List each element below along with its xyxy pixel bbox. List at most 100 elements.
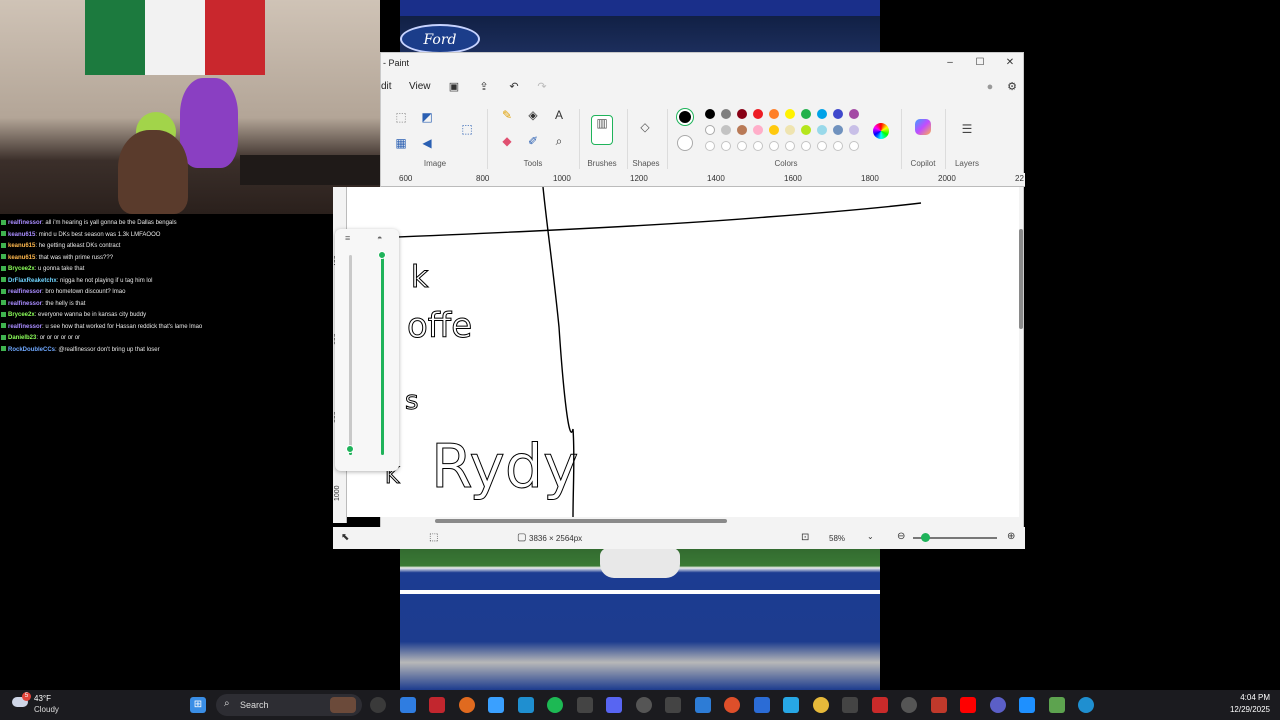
zoom-slider-knob[interactable] <box>921 533 931 542</box>
shapes-icon[interactable]: ◇ <box>637 119 653 135</box>
custom-color-swatch[interactable] <box>833 141 843 151</box>
color-picker-icon[interactable]: ✐ <box>525 133 541 149</box>
account-icon[interactable]: ● <box>983 80 997 94</box>
chat-username[interactable]: realfinessor <box>8 324 42 330</box>
redo-icon[interactable]: ↷ <box>535 80 549 94</box>
color-swatch[interactable] <box>785 125 795 135</box>
taskbar-app-icon[interactable] <box>488 697 504 713</box>
maximize-icon[interactable]: ☐ <box>973 57 987 69</box>
custom-color-swatch[interactable] <box>785 141 795 151</box>
color-swatch[interactable] <box>801 125 811 135</box>
color-swatch[interactable] <box>849 109 859 119</box>
color-swatch[interactable] <box>769 125 779 135</box>
copilot-icon[interactable] <box>915 119 931 135</box>
taskbar-app-icon[interactable] <box>783 697 799 713</box>
chat-username[interactable]: keanu615 <box>8 243 35 249</box>
search-box[interactable]: ⌕ Search <box>216 694 362 716</box>
settings-icon[interactable]: ⚙ <box>1005 80 1019 94</box>
rotate-icon[interactable]: ◀ <box>419 135 435 151</box>
taskbar-app-icon[interactable] <box>635 697 652 713</box>
zoom-dropdown-icon[interactable]: ⌄ <box>867 532 874 541</box>
chat-username[interactable]: Brycee2x <box>8 266 35 272</box>
crop-icon[interactable]: ◩ <box>419 109 435 125</box>
zoom-out-icon[interactable]: ⊖ <box>897 531 905 542</box>
taskbar-app-icon[interactable] <box>989 697 1006 713</box>
color-swatch[interactable] <box>769 109 779 119</box>
chat-username[interactable]: DrFlaxReaketchx <box>8 278 57 284</box>
taskbar-app-icon[interactable] <box>576 697 593 713</box>
drawing-canvas[interactable]: k offe s Rydy K <box>347 187 1019 517</box>
taskbar-app-icon[interactable] <box>399 697 416 713</box>
clock-date[interactable]: 12/29/2025 <box>1214 705 1270 714</box>
undo-icon[interactable]: ↶ <box>507 80 521 94</box>
close-icon[interactable]: ✕ <box>1003 57 1017 69</box>
taskbar-app-icon[interactable] <box>1019 697 1035 713</box>
chat-username[interactable]: keanu615 <box>8 232 35 238</box>
taskbar-app-icon[interactable] <box>665 697 681 713</box>
zoom-value[interactable]: 58% <box>829 534 845 543</box>
chat-username[interactable]: realfinessor <box>8 289 42 295</box>
taskbar-app-icon[interactable] <box>517 697 534 713</box>
minimize-icon[interactable]: – <box>943 57 957 69</box>
color-swatch[interactable] <box>753 109 763 119</box>
custom-color-swatch[interactable] <box>849 141 859 151</box>
eraser-icon[interactable]: ◆ <box>499 133 515 149</box>
weather-desc[interactable]: Cloudy <box>34 705 59 714</box>
color-swatch[interactable] <box>753 125 763 135</box>
taskbar-app-icon[interactable] <box>429 697 445 713</box>
menu-view[interactable]: View <box>409 81 431 92</box>
resize-icon[interactable]: ▦ <box>393 135 409 151</box>
color-swatch[interactable] <box>833 125 843 135</box>
color-swatch[interactable] <box>801 109 811 119</box>
taskbar-app-icon[interactable] <box>960 697 976 713</box>
custom-color-swatch[interactable] <box>705 141 715 151</box>
taskbar-app-icon[interactable] <box>930 697 947 713</box>
fit-screen-icon[interactable]: ⊡ <box>801 532 809 543</box>
start-icon[interactable]: ⊞ <box>190 697 206 713</box>
clock-time[interactable]: 4:04 PM <box>1214 693 1270 702</box>
color-swatch[interactable] <box>721 125 731 135</box>
taskbar-app-icon[interactable] <box>1048 697 1065 713</box>
chat-username[interactable]: keanu615 <box>8 255 35 261</box>
color-swatch[interactable] <box>817 109 827 119</box>
select-icon[interactable]: ⬚ <box>393 109 409 125</box>
fill-icon[interactable]: ◈ <box>525 107 541 123</box>
color-swatch[interactable] <box>785 109 795 119</box>
vertical-scrollbar[interactable] <box>1019 229 1023 329</box>
color-swatch[interactable] <box>705 125 715 135</box>
primary-color[interactable] <box>677 109 693 125</box>
color-swatch[interactable] <box>705 109 715 119</box>
secondary-color[interactable] <box>677 135 693 151</box>
horizontal-scrollbar[interactable] <box>435 519 727 523</box>
taskbar-app-icon[interactable] <box>753 697 770 713</box>
custom-color-swatch[interactable] <box>769 141 779 151</box>
custom-color-swatch[interactable] <box>721 141 731 151</box>
color-swatch[interactable] <box>737 125 747 135</box>
share-icon[interactable]: ⇪ <box>477 80 491 94</box>
layers-icon[interactable]: ☰ <box>959 121 975 137</box>
color-swatch[interactable] <box>833 109 843 119</box>
taskbar-app-icon[interactable] <box>871 697 888 713</box>
taskbar-app-icon[interactable] <box>694 697 711 713</box>
custom-color-swatch[interactable] <box>753 141 763 151</box>
taskbar-app-icon[interactable] <box>842 697 858 713</box>
taskbar-app-icon[interactable] <box>547 697 563 713</box>
taskbar-app-icon[interactable] <box>370 697 386 713</box>
opacity-slider-knob[interactable] <box>378 251 386 259</box>
chat-username[interactable]: Danielb23 <box>8 335 36 341</box>
taskbar-app-icon[interactable] <box>812 697 829 713</box>
pencil-icon[interactable]: ✎ <box>499 107 515 123</box>
taskbar-app-icon[interactable] <box>1078 697 1094 713</box>
taskbar-app-icon[interactable] <box>606 697 622 713</box>
text-icon[interactable]: A <box>551 107 567 123</box>
size-track[interactable] <box>349 255 352 455</box>
taskbar-app-icon[interactable] <box>724 697 740 713</box>
color-swatch[interactable] <box>849 125 859 135</box>
size-slider-knob[interactable] <box>346 445 354 453</box>
chat-username[interactable]: realfinessor <box>8 220 42 226</box>
brushes-button[interactable]: ▥ <box>591 115 613 145</box>
chat-username[interactable]: Brycee2x <box>8 312 35 318</box>
magnifier-icon[interactable]: ⌕ <box>551 133 567 149</box>
custom-color-swatch[interactable] <box>737 141 747 151</box>
color-swatch[interactable] <box>721 109 731 119</box>
